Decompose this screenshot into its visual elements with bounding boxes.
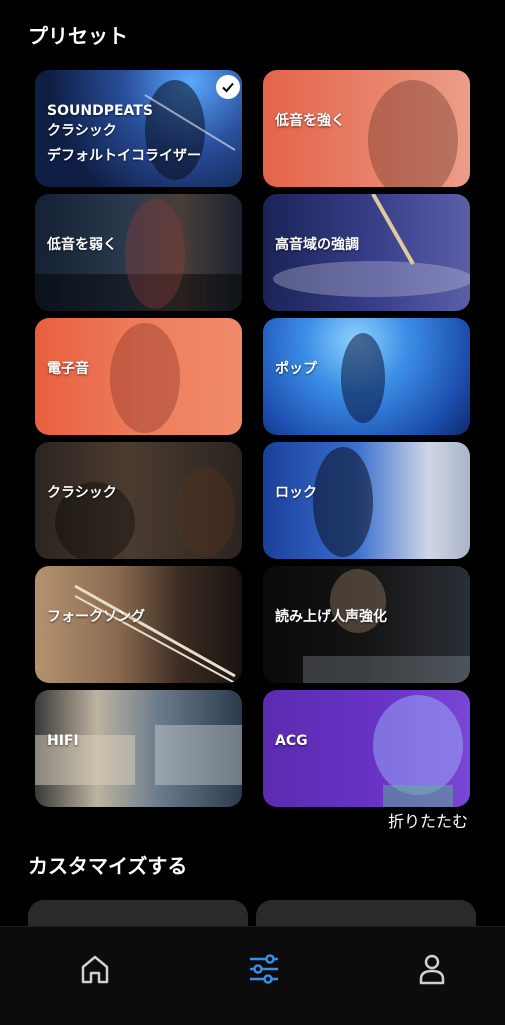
preset-card-vocal-boost[interactable]: 読み上げ人声強化 [263, 566, 470, 683]
preset-label: 低音を弱く [47, 237, 117, 253]
preset-label: 電子音 [47, 361, 89, 377]
preset-label-line1: SOUNDPEATS [47, 103, 153, 119]
preset-label: 読み上げ人声強化 [275, 609, 387, 625]
preset-label: ロック [275, 485, 317, 501]
preset-card-bass-boost[interactable]: 低音を強く [263, 70, 470, 187]
preset-card-pop[interactable]: ポップ [263, 318, 470, 435]
preset-card-classic[interactable]: クラシック [35, 442, 242, 559]
preset-card-hifi[interactable]: HIFI [35, 690, 242, 807]
presets-section-title: プリセット [28, 24, 128, 48]
preset-label: HIFI [47, 733, 79, 749]
preset-label: フォークソング [47, 609, 145, 625]
collapse-link[interactable]: 折りたたむ [388, 808, 468, 832]
preset-card-treble-boost[interactable]: 高音域の強調 [263, 194, 470, 311]
preset-label: 低音を強く [275, 113, 345, 129]
preset-card-acg[interactable]: ACG [263, 690, 470, 807]
custom-section-title: カスタマイズする [28, 854, 188, 878]
preset-card-rock[interactable]: ロック [263, 442, 470, 559]
preset-card-folk[interactable]: フォークソング [35, 566, 242, 683]
preset-label: クラシック [47, 485, 117, 501]
preset-label-line2: クラシック [47, 123, 117, 139]
bottom-tab-bar [0, 926, 505, 1025]
preset-card-bass-reduce[interactable]: 低音を弱く [35, 194, 242, 311]
preset-label: 高音域の強調 [275, 237, 359, 253]
tab-home[interactable] [75, 949, 115, 989]
preset-card-electronic[interactable]: 電子音 [35, 318, 242, 435]
sliders-icon [250, 954, 278, 984]
preset-card-default[interactable]: SOUNDPEATS クラシック デフォルトイコライザー [35, 70, 242, 187]
tab-equalizer[interactable] [244, 949, 284, 989]
preset-label-line3: デフォルトイコライザー [47, 148, 201, 164]
preset-label: ACG [275, 733, 308, 749]
selected-check-icon [216, 75, 240, 99]
preset-label: ポップ [275, 361, 317, 377]
tab-profile[interactable] [412, 949, 452, 989]
person-icon [419, 954, 445, 985]
home-icon [81, 955, 109, 984]
